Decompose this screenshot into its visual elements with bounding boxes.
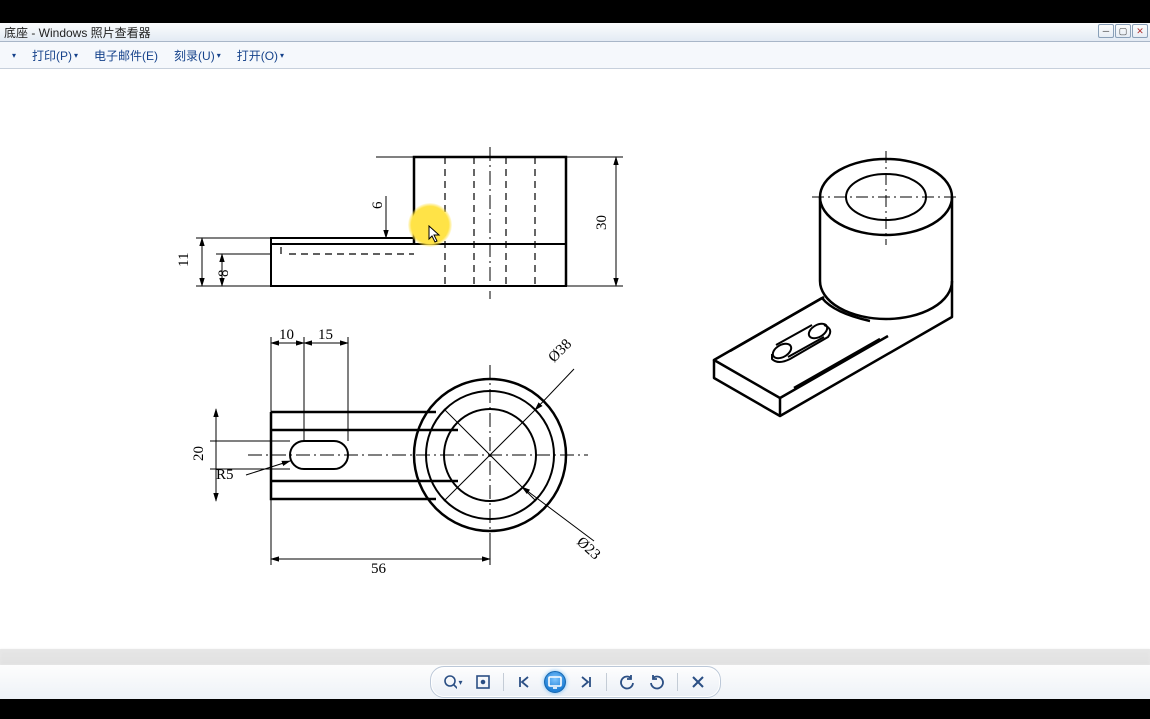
- slideshow-button[interactable]: [544, 671, 566, 693]
- svg-text:10: 10: [279, 327, 294, 343]
- taskbar-blur: [0, 649, 1150, 665]
- menu-email[interactable]: 电子邮件(E): [88, 44, 164, 67]
- maximize-button[interactable]: ▢: [1115, 24, 1131, 38]
- photo-viewer-window: 底座 - Windows 照片查看器 ─ ▢ ✕ ▾ 打印(P) ▾ 电子邮件(…: [0, 23, 1150, 699]
- rotate-cw-button[interactable]: [647, 672, 667, 692]
- viewer-toolbar: ▾: [0, 665, 1150, 699]
- menu-burn[interactable]: 刻录(U) ▾: [168, 44, 227, 67]
- svg-text:8: 8: [216, 270, 232, 278]
- svg-text:6: 6: [370, 201, 386, 209]
- image-viewport[interactable]: 11 8 6 30: [0, 69, 1150, 649]
- menubar: ▾ 打印(P) ▾ 电子邮件(E) 刻录(U) ▾ 打开(O) ▾: [0, 42, 1150, 69]
- zoom-button[interactable]: ▾: [443, 672, 463, 692]
- menu-print[interactable]: 打印(P) ▾: [26, 44, 84, 67]
- actual-size-button[interactable]: [473, 672, 493, 692]
- drawing-canvas: 11 8 6 30: [176, 141, 978, 579]
- svg-text:11: 11: [176, 253, 192, 267]
- titlebar: 底座 - Windows 照片查看器 ─ ▢ ✕: [0, 23, 1150, 42]
- toolbar-pill: ▾: [430, 666, 721, 698]
- prev-button[interactable]: [514, 672, 534, 692]
- close-button[interactable]: ✕: [1132, 24, 1148, 38]
- svg-text:Ø38: Ø38: [546, 336, 576, 366]
- svg-text:Ø23: Ø23: [573, 534, 603, 563]
- svg-text:56: 56: [371, 561, 387, 577]
- next-button[interactable]: [576, 672, 596, 692]
- rotate-ccw-button[interactable]: [617, 672, 637, 692]
- svg-text:30: 30: [594, 215, 610, 230]
- technical-drawing-svg: 11 8 6 30: [176, 141, 978, 579]
- menu-open[interactable]: 打开(O) ▾: [231, 44, 290, 67]
- svg-text:20: 20: [191, 446, 207, 461]
- menu-file[interactable]: ▾: [6, 48, 22, 63]
- svg-text:15: 15: [318, 327, 333, 343]
- svg-text:R5: R5: [216, 467, 234, 483]
- minimize-button[interactable]: ─: [1098, 24, 1114, 38]
- delete-button[interactable]: [688, 672, 708, 692]
- window-title: 底座 - Windows 照片查看器: [4, 24, 151, 41]
